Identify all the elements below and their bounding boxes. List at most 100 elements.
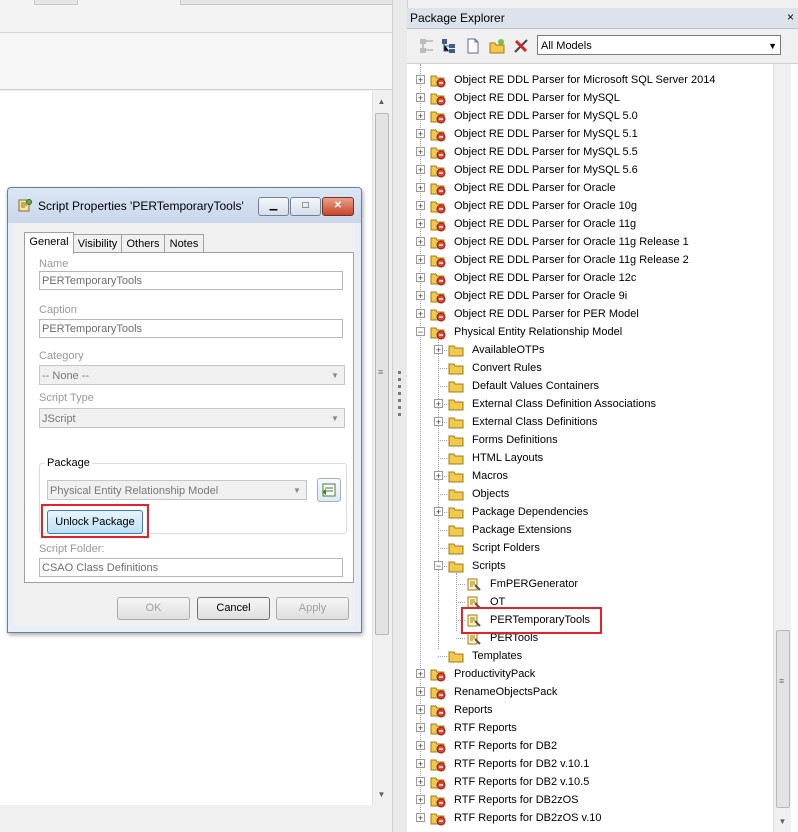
- tree-item-folder[interactable]: + External Class Definition Associations: [407, 395, 779, 413]
- tree-item-folder[interactable]: Objects: [407, 485, 779, 503]
- tab-general[interactable]: General: [24, 232, 74, 254]
- tree-item-package[interactable]: + Object RE DDL Parser for Oracle 11g Rel…: [407, 233, 779, 251]
- expand-icon[interactable]: +: [416, 309, 425, 319]
- tree-vertical-scrollbar[interactable]: ≡ ▼: [773, 64, 791, 832]
- tree-item-folder[interactable]: + External Class Definitions: [407, 413, 779, 431]
- models-filter-select[interactable]: All Models ▼: [537, 35, 781, 55]
- delete-icon[interactable]: [513, 38, 529, 54]
- close-icon[interactable]: ×: [787, 10, 794, 24]
- tree-item-package[interactable]: + Reports: [407, 701, 779, 719]
- expand-icon[interactable]: +: [416, 111, 425, 121]
- tree-item-package[interactable]: + ProductivityPack: [407, 665, 779, 683]
- expand-icon[interactable]: +: [416, 741, 425, 751]
- collapse-icon[interactable]: −: [416, 327, 425, 337]
- tree-item-package[interactable]: + Object RE DDL Parser for MySQL: [407, 89, 779, 107]
- tree-item-package[interactable]: + RTF Reports for DB2 v.10.5: [407, 773, 779, 791]
- package-picker-button[interactable]: [317, 478, 341, 502]
- tree-item-folder[interactable]: Forms Definitions: [407, 431, 779, 449]
- new-document-icon[interactable]: [465, 38, 481, 54]
- expand-icon[interactable]: +: [416, 273, 425, 283]
- minimize-button[interactable]: ▁: [258, 197, 289, 216]
- expand-icon[interactable]: +: [416, 75, 425, 85]
- canvas-vertical-scrollbar[interactable]: ▲ ≡ ▼: [372, 91, 390, 805]
- close-button[interactable]: ✕: [322, 197, 354, 216]
- expand-icon[interactable]: +: [416, 147, 425, 157]
- collapse-icon[interactable]: −: [434, 561, 443, 571]
- script-folder-field[interactable]: CSAO Class Definitions: [39, 558, 343, 577]
- tree-item-package[interactable]: + Object RE DDL Parser for MySQL 5.5: [407, 143, 779, 161]
- expand-icon[interactable]: +: [434, 399, 443, 409]
- tree-item-package[interactable]: + Object RE DDL Parser for Microsoft SQL …: [407, 71, 779, 89]
- new-package-icon[interactable]: [489, 38, 505, 54]
- tree-item-folder[interactable]: Package Extensions: [407, 521, 779, 539]
- tree-item-package[interactable]: + Object RE DDL Parser for Oracle 9i: [407, 287, 779, 305]
- tree-item-package[interactable]: + RTF Reports for DB2 v.10.1: [407, 755, 779, 773]
- tree-item-folder[interactable]: + Package Dependencies: [407, 503, 779, 521]
- expand-icon[interactable]: +: [416, 165, 425, 175]
- scroll-down-icon[interactable]: ▼: [373, 787, 390, 803]
- tab-others[interactable]: Others: [121, 234, 165, 253]
- expand-icon[interactable]: +: [416, 291, 425, 301]
- tab-notes[interactable]: Notes: [164, 234, 204, 253]
- tree-view-icon[interactable]: [441, 38, 457, 54]
- scroll-thumb[interactable]: [776, 630, 790, 808]
- expand-icon[interactable]: +: [416, 219, 425, 229]
- package-tree[interactable]: + Object RE DDL Parser for Microsoft SQL …: [407, 64, 779, 832]
- expand-icon[interactable]: +: [416, 183, 425, 193]
- package-select[interactable]: Physical Entity Relationship Model ▼: [47, 480, 307, 500]
- scroll-up-icon[interactable]: ▲: [373, 94, 390, 110]
- maximize-button[interactable]: □: [290, 197, 321, 216]
- caption-field[interactable]: PERTemporaryTools: [39, 319, 343, 338]
- tree-item-package[interactable]: + Object RE DDL Parser for Oracle: [407, 179, 779, 197]
- tab-stub[interactable]: [180, 0, 394, 5]
- tree-item-package[interactable]: + Object RE DDL Parser for MySQL 5.0: [407, 107, 779, 125]
- expand-icon[interactable]: +: [416, 795, 425, 805]
- tree-item-folder[interactable]: HTML Layouts: [407, 449, 779, 467]
- expand-icon[interactable]: +: [416, 759, 425, 769]
- tree-item-package[interactable]: + Object RE DDL Parser for PER Model: [407, 305, 779, 323]
- scroll-down-icon[interactable]: ▼: [774, 814, 791, 830]
- tree-item-folder[interactable]: + Macros: [407, 467, 779, 485]
- tree-item-package[interactable]: + RenameObjectsPack: [407, 683, 779, 701]
- tree-item-package[interactable]: − Physical Entity Relationship Model: [407, 323, 779, 341]
- tree-item-folder[interactable]: Script Folders: [407, 539, 779, 557]
- script-type-select[interactable]: JScript ▼: [39, 408, 345, 428]
- expand-icon[interactable]: +: [416, 813, 425, 823]
- tree-item-package[interactable]: + Object RE DDL Parser for Oracle 11g: [407, 215, 779, 233]
- tree-item-package[interactable]: + RTF Reports: [407, 719, 779, 737]
- expand-icon[interactable]: +: [416, 129, 425, 139]
- expand-icon[interactable]: +: [416, 237, 425, 247]
- dialog-titlebar[interactable]: Script Properties 'PERTemporaryTools' ▁ …: [8, 188, 361, 223]
- tree-item-package[interactable]: + Object RE DDL Parser for MySQL 5.1: [407, 125, 779, 143]
- tree-item-package[interactable]: + RTF Reports for DB2zOS v.10: [407, 809, 779, 827]
- expand-icon[interactable]: +: [416, 669, 425, 679]
- tree-item-folder[interactable]: Convert Rules: [407, 359, 779, 377]
- package-explorer-titlebar[interactable]: Package Explorer ×: [407, 8, 798, 29]
- tree-item-package[interactable]: + Object RE DDL Parser for Oracle 11g Rel…: [407, 251, 779, 269]
- tab-stub[interactable]: [34, 0, 78, 5]
- expand-icon[interactable]: +: [416, 687, 425, 697]
- expand-icon[interactable]: +: [434, 417, 443, 427]
- tree-item-package[interactable]: + RTF Reports for DB2: [407, 737, 779, 755]
- expand-icon[interactable]: +: [416, 93, 425, 103]
- ok-button[interactable]: OK: [117, 597, 190, 620]
- expand-icon[interactable]: +: [434, 345, 443, 355]
- tree-item-folder[interactable]: + AvailableOTPs: [407, 341, 779, 359]
- expand-icon[interactable]: +: [434, 507, 443, 517]
- tree-item-package[interactable]: + Object RE DDL Parser for MySQL 5.6: [407, 161, 779, 179]
- tab-visibility[interactable]: Visibility: [73, 234, 122, 253]
- hierarchy-icon[interactable]: [419, 38, 435, 54]
- expand-icon[interactable]: +: [416, 255, 425, 265]
- category-select[interactable]: -- None -- ▼: [39, 365, 345, 385]
- expand-icon[interactable]: +: [416, 705, 425, 715]
- expand-icon[interactable]: +: [416, 777, 425, 787]
- name-field[interactable]: PERTemporaryTools: [39, 271, 343, 290]
- apply-button[interactable]: Apply: [276, 597, 349, 620]
- cancel-button[interactable]: Cancel: [197, 597, 270, 620]
- tree-item-package[interactable]: + Object RE DDL Parser for Oracle 12c: [407, 269, 779, 287]
- tree-item-script[interactable]: FmPERGenerator: [407, 575, 779, 593]
- expand-icon[interactable]: +: [434, 471, 443, 481]
- tree-item-package[interactable]: + RTF Reports for DB2zOS: [407, 791, 779, 809]
- tree-item-folder[interactable]: Templates: [407, 647, 779, 665]
- tree-item-folder[interactable]: Default Values Containers: [407, 377, 779, 395]
